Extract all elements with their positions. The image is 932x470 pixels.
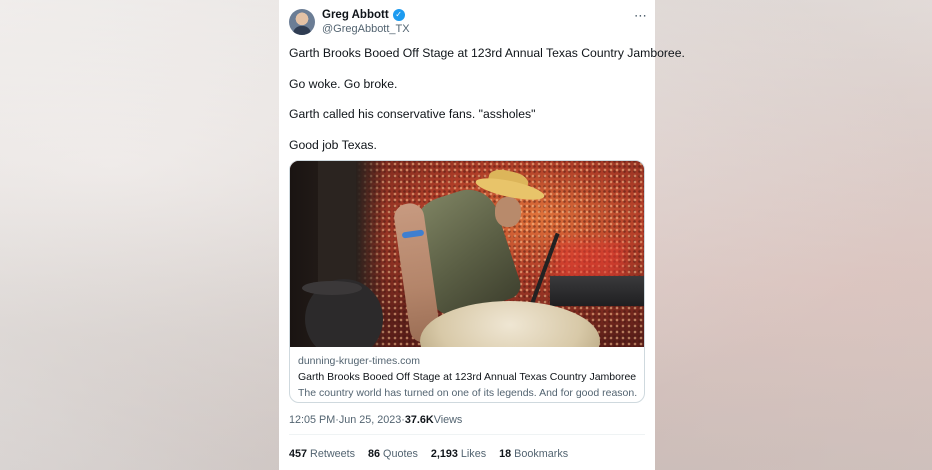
stage-equipment — [550, 276, 644, 306]
quotes-stat[interactable]: 86 Quotes — [368, 448, 418, 460]
bookmarks-count: 18 — [499, 448, 512, 460]
stage-light — [555, 241, 625, 281]
quotes-label: Quotes — [383, 448, 418, 460]
tweet-card: Greg Abbott ✓ @GregAbbott_TX ⋯ Garth Bro… — [279, 0, 685, 470]
likes-label: Likes — [460, 448, 487, 460]
link-preview-image[interactable] — [290, 161, 644, 347]
tweet-line: Good job Texas. — [289, 137, 377, 152]
blurred-background-left — [0, 0, 279, 470]
divider — [289, 434, 645, 435]
author-row: Greg Abbott ✓ — [322, 9, 405, 21]
link-preview-card[interactable]: dunning-kruger-times.com Garth Brooks Bo… — [289, 160, 645, 403]
link-description: The country world has turned on one of i… — [298, 387, 638, 399]
bookmarks-label: Bookmarks — [514, 448, 569, 460]
link-domain: dunning-kruger-times.com — [298, 355, 420, 367]
tweet-meta: 12:05 PM · Jun 25, 2023 · 37.6K Views — [289, 414, 462, 426]
more-options-icon[interactable]: ⋯ — [634, 9, 648, 24]
likes-count: 2,193 — [430, 448, 458, 460]
views-label: Views — [433, 414, 463, 426]
verified-badge-icon: ✓ — [392, 9, 405, 21]
author-handle[interactable]: @GregAbbott_TX — [322, 23, 410, 35]
link-title: Garth Brooks Booed Off Stage at 123rd An… — [298, 371, 637, 383]
blurred-background-right — [655, 0, 932, 470]
retweets-count: 457 — [289, 448, 308, 460]
tweet-line: Go woke. Go broke. — [289, 76, 398, 91]
avatar[interactable] — [289, 9, 315, 35]
retweets-stat[interactable]: 457 Retweets — [289, 448, 355, 460]
cap-bill — [302, 281, 362, 295]
views-count: 37.6K — [404, 414, 434, 426]
tweet-line: Garth called his conservative fans. "ass… — [289, 107, 536, 121]
tweet-text: Garth Brooks Booed Off Stage at 123rd An… — [289, 46, 685, 168]
performer-head — [495, 197, 521, 227]
link-preview-meta: dunning-kruger-times.com Garth Brooks Bo… — [290, 347, 644, 399]
retweets-label: Retweets — [310, 448, 356, 460]
bookmarks-stat[interactable]: 18 Bookmarks — [499, 448, 568, 460]
author-name[interactable]: Greg Abbott — [322, 9, 389, 21]
tweet-time[interactable]: 12:05 PM — [289, 414, 335, 426]
tweet-date[interactable]: Jun 25, 2023 — [339, 414, 401, 426]
likes-stat[interactable]: 2,193 Likes — [431, 448, 486, 460]
tweet-line: Garth Brooks Booed Off Stage at 123rd An… — [289, 46, 685, 60]
quotes-count: 86 — [368, 448, 381, 460]
engagement-stats: 457 Retweets 86 Quotes 2,193 Likes 18 Bo… — [289, 448, 568, 460]
